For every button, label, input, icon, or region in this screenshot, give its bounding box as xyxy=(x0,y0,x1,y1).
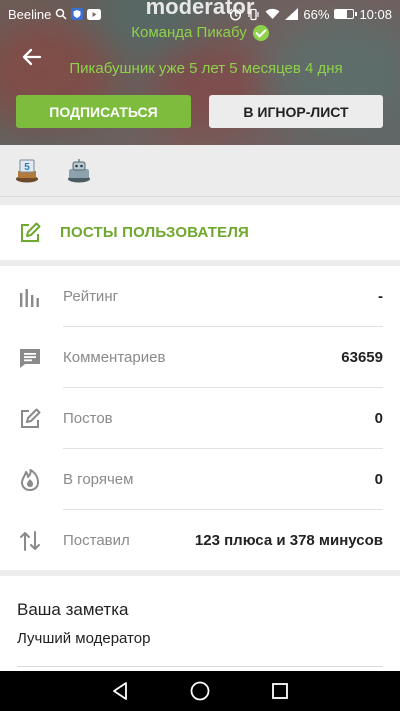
stat-value: - xyxy=(378,288,383,305)
stat-value: 0 xyxy=(374,410,383,427)
swap-vertical-icon xyxy=(20,530,40,551)
signal-icon xyxy=(285,8,299,20)
edit-icon xyxy=(21,408,41,428)
subscribe-button[interactable]: ПОДПИСАТЬСЯ xyxy=(16,95,191,128)
battery-icon xyxy=(334,9,358,19)
clock: 10:08 xyxy=(359,6,392,22)
carrier-name: Beeline xyxy=(8,6,52,22)
user-note-card[interactable]: Ваша заметка Лучший модератор xyxy=(0,576,400,671)
note-text[interactable]: Лучший модератор xyxy=(17,630,150,647)
stat-value: 63659 xyxy=(341,349,383,366)
stat-votes-given: Поставил 123 плюса и 378 минусов xyxy=(0,510,400,571)
search-icon xyxy=(56,8,67,20)
flame-icon xyxy=(21,468,39,491)
battery-percent: 66% xyxy=(303,6,330,22)
edit-icon xyxy=(21,222,41,242)
note-title: Ваша заметка xyxy=(17,600,129,619)
stat-label: Постов xyxy=(63,410,113,427)
user-posts-link[interactable]: ПОСТЫ ПОЛЬЗОВАТЕЛЯ xyxy=(0,205,400,260)
stat-label: Комментариев xyxy=(63,349,166,366)
home-circle-icon[interactable] xyxy=(188,679,212,703)
stats-card: Рейтинг - Комментариев 63659 Постов 0 В … xyxy=(0,266,400,570)
shield-app-icon xyxy=(71,8,84,20)
vibrate-icon xyxy=(248,8,260,20)
stat-hot: В горячем 0 xyxy=(0,449,400,510)
five-years-award-icon[interactable]: 5 xyxy=(14,157,40,183)
stat-label: Поставил xyxy=(63,532,130,549)
robot-award-icon[interactable] xyxy=(66,157,92,183)
stat-label: Рейтинг xyxy=(63,288,119,305)
stat-posts: Постов 0 xyxy=(0,388,400,449)
profile-header: Beeline 66% 10:08 moderator Команда Пика… xyxy=(0,0,400,145)
back-triangle-icon[interactable] xyxy=(108,679,132,703)
stat-comments: Комментариев 63659 xyxy=(0,327,400,388)
navigation-bar xyxy=(0,671,400,711)
bar-chart-icon xyxy=(20,288,39,307)
stat-value: 0 xyxy=(374,471,383,488)
wifi-icon xyxy=(265,8,280,19)
membership-duration: Пикабушник уже 5 лет 5 месяцев 4 дня xyxy=(69,60,343,77)
user-posts-label: ПОСТЫ ПОЛЬЗОВАТЕЛЯ xyxy=(60,224,250,241)
recents-square-icon[interactable] xyxy=(268,679,292,703)
svg-text:5: 5 xyxy=(24,162,30,173)
stat-label: В горячем xyxy=(63,471,134,488)
status-bar: Beeline 66% 10:08 xyxy=(0,0,400,28)
youtube-icon xyxy=(87,8,102,20)
alarm-icon xyxy=(229,8,242,21)
note-underline xyxy=(17,666,383,667)
comment-icon xyxy=(20,348,40,368)
ignore-list-button[interactable]: В ИГНОР-ЛИСТ xyxy=(209,95,383,128)
awards-row: 5 xyxy=(0,145,400,197)
stat-value: 123 плюса и 378 минусов xyxy=(194,532,383,549)
stat-rating: Рейтинг - xyxy=(0,266,400,327)
